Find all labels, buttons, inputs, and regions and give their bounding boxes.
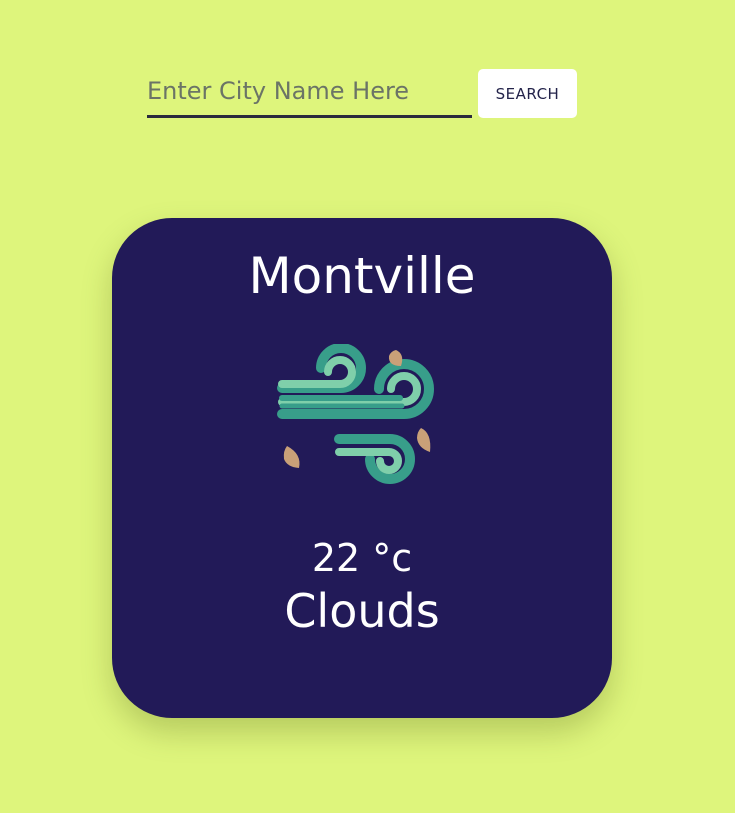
leaf-icon [417,428,431,452]
leaf-icon [283,446,300,468]
weather-condition: Clouds [284,584,440,638]
temperature-value: 22 °c [311,536,413,580]
wind-icon [277,344,434,484]
search-bar: SEARCH [147,69,577,118]
city-name: Montville [248,247,476,305]
city-search-input[interactable] [147,69,472,118]
search-button[interactable]: SEARCH [478,69,577,118]
weather-card: Montville 22 °c Clouds [112,218,612,718]
